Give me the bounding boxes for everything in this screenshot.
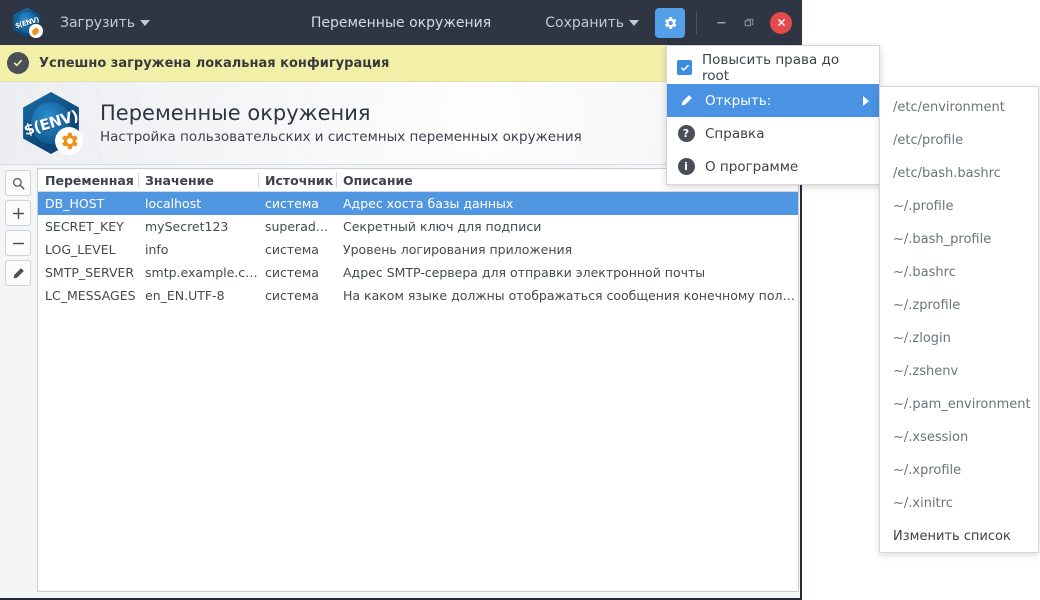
open-file-submenu: /etc/environment/etc/profile/etc/bash.ba…	[879, 86, 1039, 553]
app-logo-large: $(ENV)	[20, 92, 84, 156]
menu-item-open[interactable]: Открыть:	[667, 84, 879, 117]
page-subtitle: Настройка пользовательских и системных п…	[100, 128, 582, 145]
gear-icon-small	[28, 24, 43, 39]
maximize-button[interactable]	[736, 10, 762, 36]
table-row[interactable]: LC_MESSAGES en_EN.UTF-8 система На каком яз…	[38, 284, 798, 307]
submenu-item[interactable]: /etc/profile	[880, 124, 1038, 157]
submenu-item[interactable]: ~/.profile	[880, 190, 1038, 223]
submenu-item[interactable]: ~/.zlogin	[880, 322, 1038, 355]
edit-button[interactable]	[5, 260, 31, 286]
submenu-item[interactable]: ~/.pam_environment	[880, 388, 1038, 421]
title-bar-controls: Сохранить	[527, 0, 802, 45]
gear-dropdown-menu: Повысить права до root Открыть: ? Справк…	[666, 45, 880, 185]
chevron-right-icon	[863, 95, 869, 106]
close-icon	[777, 19, 785, 26]
submenu-item[interactable]: ~/.xprofile	[880, 454, 1038, 487]
left-toolbar	[0, 166, 36, 596]
search-button[interactable]	[5, 170, 31, 196]
search-icon	[12, 177, 24, 189]
cell-source: система	[265, 265, 319, 280]
cell-value: info	[145, 242, 169, 257]
minimize-button[interactable]	[708, 10, 734, 36]
submenu-item[interactable]: ~/.xsession	[880, 421, 1038, 454]
cell-source: система	[265, 196, 319, 211]
help-icon: ?	[677, 125, 695, 143]
remove-button[interactable]	[5, 230, 31, 256]
chevron-down-icon	[140, 19, 151, 26]
checkbox-checked-icon[interactable]	[677, 60, 692, 75]
cell-description: Адрес хоста базы данных	[343, 196, 514, 211]
submenu-item[interactable]: Изменить список	[880, 520, 1038, 553]
cell-variable: DB_HOST	[45, 196, 105, 211]
submenu-item[interactable]: ~/.bashrc	[880, 256, 1038, 289]
menu-item-label: Справка	[705, 125, 765, 142]
add-button[interactable]	[5, 200, 31, 226]
table-row[interactable]: SMTP_SERVER smtp.example.com система Адрес …	[38, 261, 798, 284]
cell-description: Уровень логирования приложения	[343, 242, 573, 257]
app-root: $(ENV) Загрузить Переменные окружения Со	[0, 0, 1040, 600]
table-row[interactable]: LOG_LEVEL info система Уровень логирования …	[38, 238, 798, 261]
table-body: DB_HOST localhost система Адрес хоста базы …	[38, 192, 798, 591]
maximize-icon	[744, 18, 754, 26]
titlebar-divider	[696, 11, 697, 34]
gear-menu-button[interactable]	[655, 7, 685, 38]
cell-value: en_EN.UTF-8	[145, 288, 225, 303]
menu-item-label: Открыть:	[705, 92, 772, 109]
submenu-item[interactable]: ~/.bash_profile	[880, 223, 1038, 256]
cell-description: На каком языке должны отображаться сообщ…	[343, 288, 798, 303]
info-icon: i	[677, 158, 695, 176]
load-button[interactable]: Загрузить	[52, 10, 158, 36]
column-header-value[interactable]: Значение	[138, 169, 258, 191]
menu-item-label: О программе	[705, 158, 799, 175]
submenu-item[interactable]: /etc/bash.bashrc	[880, 157, 1038, 190]
save-button[interactable]: Сохранить	[537, 10, 647, 36]
cell-description: Секретный ключ для подписи	[343, 219, 542, 234]
app-logo-small: $(ENV)	[12, 7, 43, 39]
title-bar: $(ENV) Загрузить Переменные окружения Со	[0, 0, 802, 45]
cell-variable: LOG_LEVEL	[45, 242, 116, 257]
submenu-item[interactable]: /etc/environment	[880, 91, 1038, 124]
menu-item-help[interactable]: ? Справка	[667, 117, 879, 150]
gear-icon	[665, 16, 677, 29]
pencil-icon	[13, 267, 24, 278]
plus-icon	[12, 207, 24, 219]
column-header-source[interactable]: Источник	[258, 169, 336, 191]
minus-icon	[12, 242, 24, 244]
column-header-variable[interactable]: Переменная	[38, 169, 138, 191]
check-circle-icon	[7, 52, 29, 74]
submenu-item[interactable]: ~/.xinitrc	[880, 487, 1038, 520]
table-row[interactable]: SECRET_KEY mySecret123 superadmin Секретный…	[38, 215, 798, 238]
gear-icon-large	[54, 126, 84, 156]
cell-value: localhost	[145, 196, 202, 211]
notification-text: Успешно загружена локальная конфигурация	[39, 55, 390, 71]
cell-value: smtp.example.com	[145, 265, 258, 280]
cell-source: система	[265, 288, 319, 303]
variables-table: Переменная Значение Источник Описание DB…	[37, 168, 799, 592]
submenu-item[interactable]: ~/.zshenv	[880, 355, 1038, 388]
minimize-icon	[716, 22, 726, 24]
cell-variable: SECRET_KEY	[45, 219, 124, 234]
cell-source: система	[265, 242, 319, 257]
cell-description: Адрес SMTP-сервера для отправки электрон…	[343, 265, 706, 280]
save-button-label: Сохранить	[545, 14, 624, 31]
cell-value: mySecret123	[145, 219, 229, 234]
close-button[interactable]	[770, 11, 792, 34]
menu-item-elevate-root[interactable]: Повысить права до root	[667, 51, 879, 84]
menu-item-label: Повысить права до root	[702, 51, 840, 84]
cell-source: superadmin	[265, 219, 336, 234]
menu-item-about[interactable]: i О программе	[667, 150, 879, 183]
submenu-item[interactable]: ~/.zprofile	[880, 289, 1038, 322]
page-title: Переменные окружения	[100, 101, 371, 126]
cell-variable: SMTP_SERVER	[45, 265, 135, 280]
table-row[interactable]: DB_HOST localhost система Адрес хоста базы …	[38, 192, 798, 215]
cell-variable: LC_MESSAGES	[45, 288, 136, 303]
pencil-icon	[677, 92, 695, 110]
chevron-down-icon	[629, 19, 639, 26]
load-button-label: Загрузить	[60, 14, 136, 31]
